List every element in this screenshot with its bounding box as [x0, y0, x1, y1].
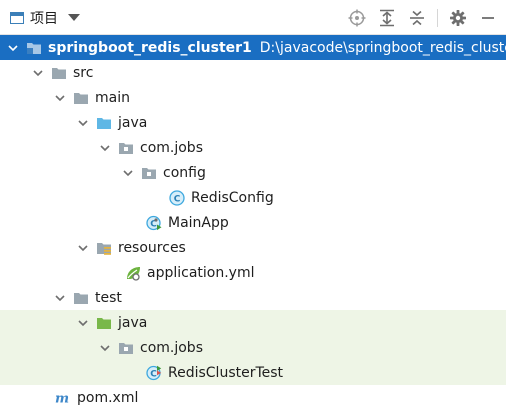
- tree-node-redis-config[interactable]: C RedisConfig: [0, 185, 506, 210]
- chevron-down-icon[interactable]: [76, 235, 90, 260]
- project-path: D:\javacode\springboot_redis_cluster1: [259, 39, 506, 56]
- chevron-down-icon[interactable]: [53, 285, 67, 310]
- tree-node-application-yml[interactable]: application.yml: [0, 260, 506, 285]
- tree-node-pom[interactable]: m pom.xml: [0, 385, 506, 410]
- folder-icon: [51, 65, 67, 81]
- locate-icon[interactable]: [345, 6, 369, 30]
- tree-node-test-package[interactable]: com.jobs: [0, 335, 506, 360]
- source-folder-icon: [96, 115, 112, 131]
- chevron-down-icon[interactable]: [31, 60, 45, 85]
- chevron-down-icon[interactable]: [76, 110, 90, 135]
- maven-icon: m: [55, 390, 71, 406]
- project-name: springboot_redis_cluster1: [48, 39, 252, 56]
- tree-label: RedisConfig: [191, 189, 274, 206]
- collapse-all-icon[interactable]: [405, 6, 429, 30]
- tree-node-test-java[interactable]: java: [0, 310, 506, 335]
- svg-text:C: C: [150, 369, 157, 379]
- spring-config-icon: [125, 265, 141, 281]
- tree-node-root[interactable]: springboot_redis_cluster1 D:\javacode\sp…: [0, 35, 506, 60]
- tree-label: application.yml: [147, 264, 255, 281]
- java-main-class-icon: C: [146, 215, 162, 231]
- chevron-down-icon[interactable]: [98, 135, 112, 160]
- tree-node-config[interactable]: config: [0, 160, 506, 185]
- tree-label: src: [73, 64, 94, 81]
- svg-text:C: C: [174, 194, 181, 204]
- java-class-icon: C: [169, 189, 185, 206]
- tree-node-src[interactable]: src: [0, 60, 506, 85]
- chevron-down-icon[interactable]: [53, 85, 67, 110]
- java-test-class-icon: C: [146, 365, 162, 381]
- project-view-title: 项目: [30, 10, 58, 27]
- tree-label: main: [95, 89, 130, 106]
- tree-node-redis-cluster-test[interactable]: C RedisClusterTest: [0, 360, 506, 385]
- gear-icon[interactable]: [446, 6, 470, 30]
- tree-label: config: [163, 164, 206, 181]
- svg-text:m: m: [55, 390, 69, 406]
- panel-icon: [10, 11, 24, 24]
- chevron-down-icon[interactable]: [6, 35, 20, 60]
- tree-label: java: [118, 314, 148, 331]
- project-toolbar: 项目: [0, 0, 506, 35]
- tree-label: RedisClusterTest: [168, 364, 284, 381]
- resources-folder-icon: [96, 240, 112, 256]
- toolbar-separator: [437, 8, 438, 27]
- module-folder-icon: [26, 40, 42, 56]
- tree-node-main-package[interactable]: com.jobs: [0, 135, 506, 160]
- tree-label: test: [95, 289, 122, 306]
- chevron-down-icon[interactable]: [98, 335, 112, 360]
- chevron-down-icon[interactable]: [121, 160, 135, 185]
- expand-all-icon[interactable]: [375, 6, 399, 30]
- tree-node-main[interactable]: main: [0, 85, 506, 110]
- tree-label: resources: [118, 239, 186, 256]
- tree-label: java: [118, 114, 148, 131]
- dropdown-caret-icon[interactable]: [68, 14, 80, 21]
- tree-node-main-java[interactable]: java: [0, 110, 506, 135]
- folder-icon: [73, 90, 89, 106]
- tree-node-test[interactable]: test: [0, 285, 506, 310]
- chevron-down-icon[interactable]: [76, 310, 90, 335]
- package-icon: [118, 340, 134, 356]
- tree-label: MainApp: [168, 214, 229, 231]
- tree-node-main-app[interactable]: C MainApp: [0, 210, 506, 235]
- minimize-icon[interactable]: [476, 6, 500, 30]
- test-source-folder-icon: [96, 315, 112, 331]
- project-view-selector[interactable]: 项目: [10, 0, 80, 35]
- tree-node-resources[interactable]: resources: [0, 235, 506, 260]
- tree-label: pom.xml: [77, 389, 139, 406]
- tree-label: com.jobs: [140, 139, 203, 156]
- folder-icon: [73, 290, 89, 306]
- package-icon: [141, 165, 157, 181]
- tree-label: com.jobs: [140, 339, 203, 356]
- package-icon: [118, 140, 134, 156]
